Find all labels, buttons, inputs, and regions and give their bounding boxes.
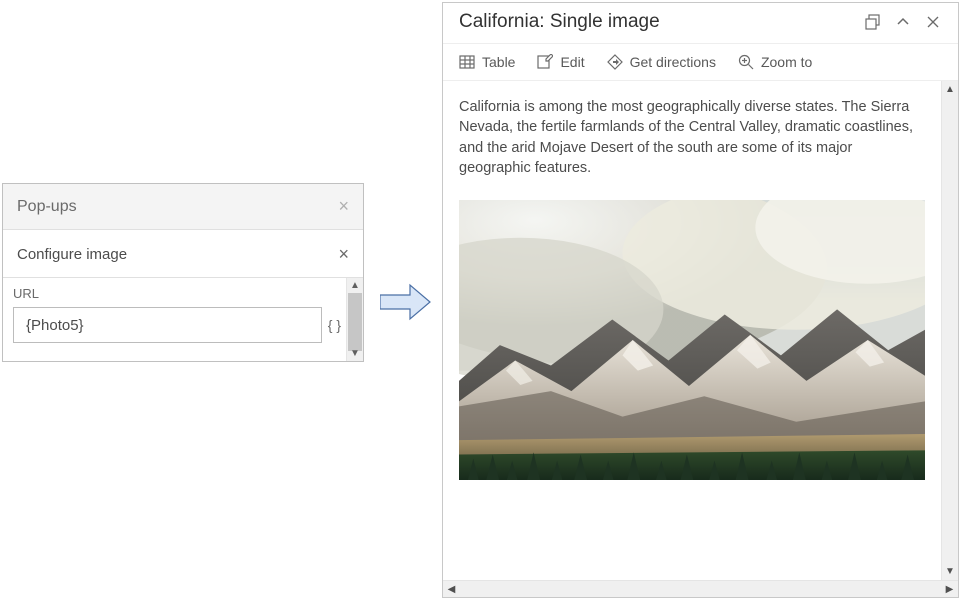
popups-title: Pop-ups: [17, 198, 77, 216]
popup-header: California: Single image: [443, 3, 958, 44]
scroll-down-icon[interactable]: ▼: [347, 346, 363, 361]
url-area: ▲ ▼ URL { }: [3, 278, 363, 361]
scrollbar-horizontal[interactable]: ◀ ▶: [443, 580, 958, 597]
scrollbar-thumb[interactable]: [348, 293, 362, 351]
configure-image-title: Configure image: [17, 246, 127, 263]
scroll-left-icon[interactable]: ◀: [443, 581, 460, 597]
table-label: Table: [482, 54, 515, 70]
edit-icon: [537, 54, 553, 70]
directions-label: Get directions: [630, 54, 716, 70]
url-input[interactable]: [13, 307, 322, 343]
close-icon[interactable]: [924, 13, 942, 31]
dock-icon[interactable]: [864, 13, 882, 31]
popup-image: [459, 200, 925, 480]
zoom-button[interactable]: Zoom to: [738, 54, 812, 70]
popup-window: California: Single image Table: [442, 2, 959, 598]
directions-button[interactable]: Get directions: [607, 54, 716, 70]
arrow-icon: [380, 283, 431, 321]
popups-header: Pop-ups ×: [3, 184, 363, 230]
popup-description: California is among the most geographica…: [459, 97, 925, 178]
url-label: URL: [13, 286, 341, 301]
zoom-label: Zoom to: [761, 54, 812, 70]
edit-label: Edit: [560, 54, 584, 70]
scroll-right-icon[interactable]: ▶: [941, 581, 958, 597]
popup-title: California: Single image: [459, 11, 852, 33]
table-button[interactable]: Table: [459, 54, 515, 70]
close-icon[interactable]: ×: [338, 196, 349, 217]
edit-button[interactable]: Edit: [537, 54, 584, 70]
popups-panel: Pop-ups × Configure image × ▲ ▼ URL { }: [2, 183, 364, 362]
collapse-icon[interactable]: [894, 13, 912, 31]
scrollbar-vertical[interactable]: ▲ ▼: [346, 278, 363, 361]
popup-body-wrap: California is among the most geographica…: [443, 81, 958, 597]
popup-toolbar: Table Edit Get directions Zoom to: [443, 44, 958, 81]
table-icon: [459, 54, 475, 70]
scroll-up-icon[interactable]: ▲: [347, 278, 363, 293]
zoom-icon: [738, 54, 754, 70]
close-icon[interactable]: ×: [338, 244, 349, 265]
insert-field-button[interactable]: { }: [328, 317, 341, 333]
scrollbar-vertical[interactable]: ▲ ▼: [941, 81, 958, 580]
popup-body: California is among the most geographica…: [443, 81, 941, 580]
configure-image-header: Configure image ×: [3, 230, 363, 278]
directions-icon: [607, 54, 623, 70]
scroll-down-icon[interactable]: ▼: [942, 563, 958, 580]
scroll-up-icon[interactable]: ▲: [942, 81, 958, 98]
